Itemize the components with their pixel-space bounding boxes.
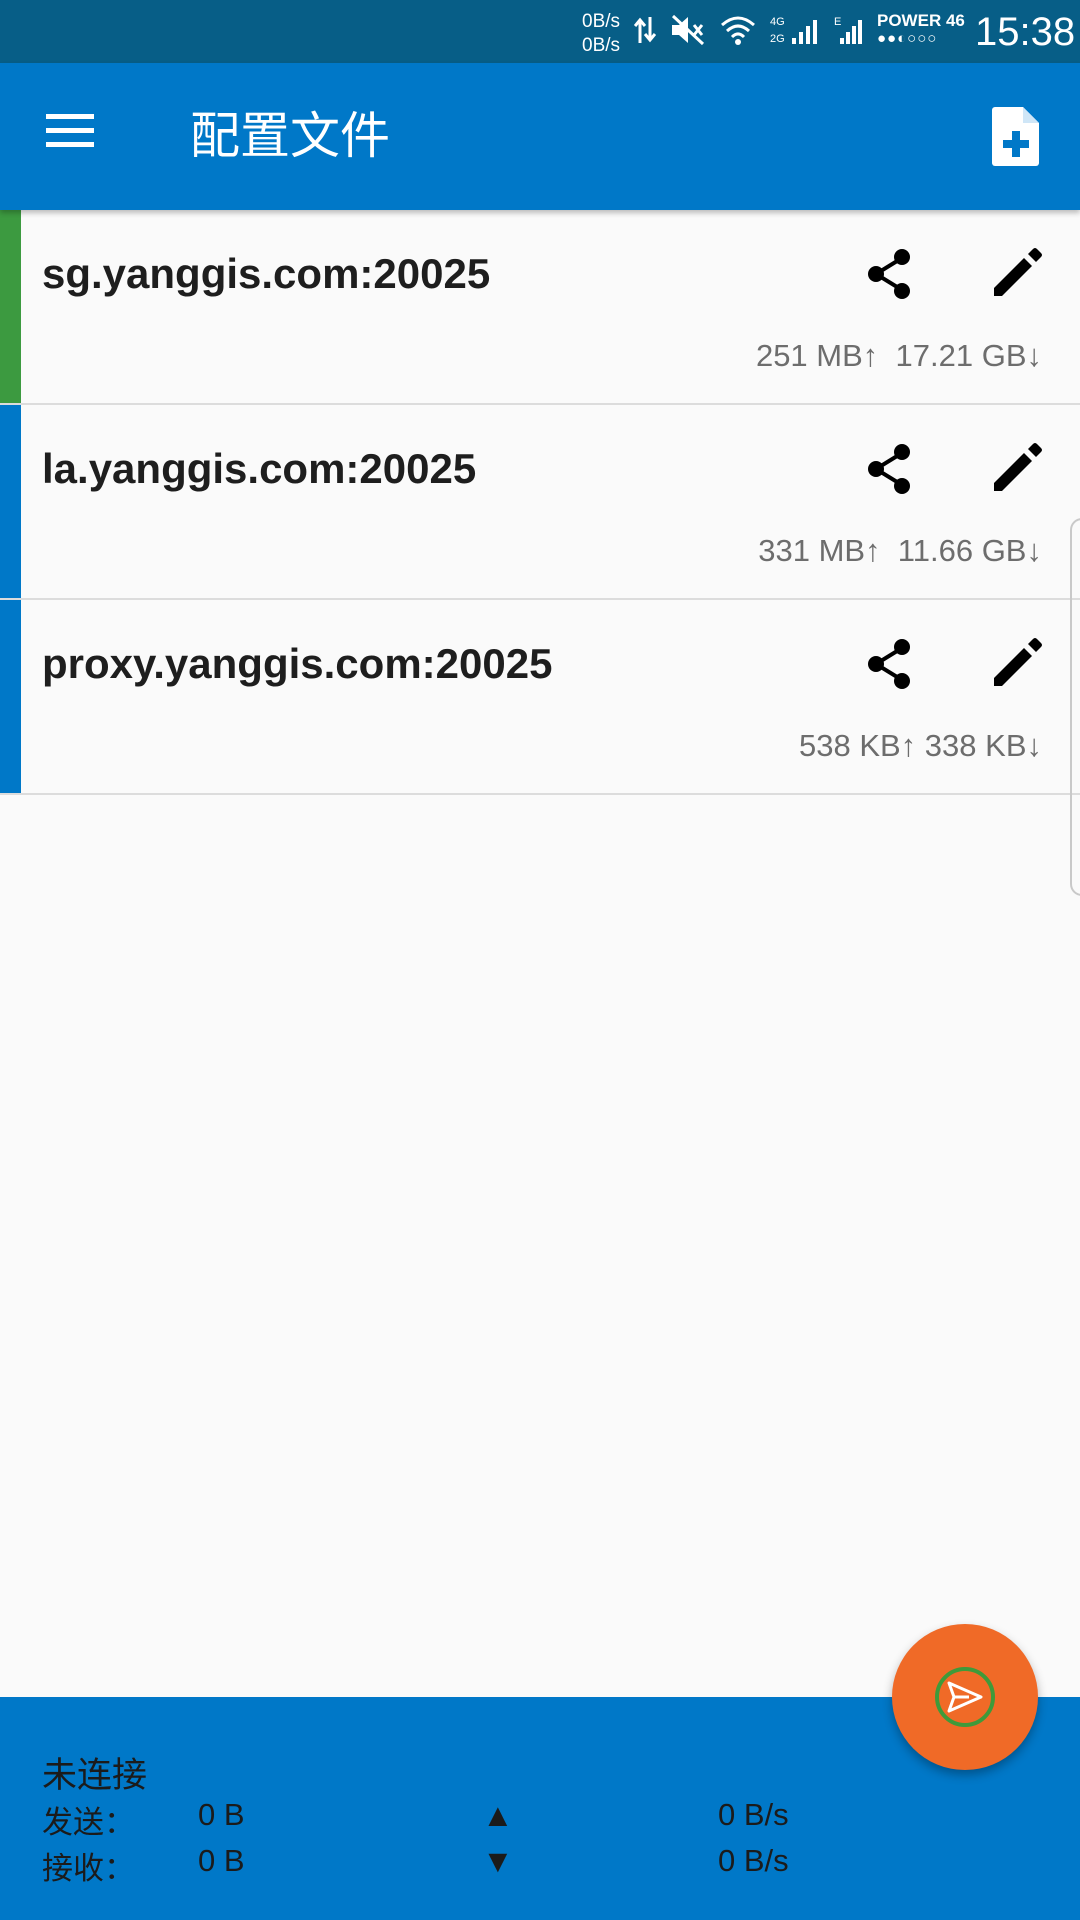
signal-4g-icon: 4G 2G (770, 16, 817, 45)
upload-arrow-icon: ▲ (482, 1797, 514, 1833)
profile-indicator (0, 405, 21, 598)
status-bar: 0B/s 0B/s 4G 2G E POWER 46 ●●◐○○○ 15:38 (0, 0, 1080, 63)
profile-item[interactable]: sg.yanggis.com:20025 251 MB↑ 17.21 GB↓ (0, 210, 1080, 405)
signal-icon: E (834, 16, 862, 44)
edit-button[interactable] (988, 441, 1044, 497)
profile-traffic: 538 KB↑ 338 KB↓ (799, 728, 1042, 763)
menu-icon (46, 114, 94, 147)
profile-traffic: 331 MB↑ 11.66 GB↓ (758, 533, 1042, 568)
svg-text:E: E (834, 16, 841, 28)
send-label: 发送： (42, 1805, 135, 1840)
page-title: 配置文件 (190, 108, 390, 164)
profile-indicator (0, 600, 21, 793)
drawer-edge-handle[interactable] (1070, 518, 1080, 896)
carrier-info: POWER 46 ●●◐○○○ (877, 12, 965, 48)
download-arrow-icon: ▼ (482, 1843, 514, 1879)
receive-label: 接收： (42, 1851, 135, 1886)
send-icon (947, 1681, 983, 1713)
signal-dots: ●●◐○○○ (877, 30, 938, 47)
edit-icon (994, 248, 1042, 296)
edit-button[interactable] (988, 636, 1044, 692)
share-button[interactable] (862, 441, 918, 497)
connection-state: 未连接 (42, 1756, 148, 1795)
connect-fab[interactable] (892, 1624, 1038, 1770)
share-icon (868, 444, 910, 494)
share-button[interactable] (862, 246, 918, 302)
add-profile-icon (992, 107, 1039, 166)
profile-list: sg.yanggis.com:20025 251 MB↑ 17.21 GB↓ l… (0, 210, 1080, 795)
edit-icon (994, 443, 1042, 491)
mute-icon (671, 14, 705, 46)
download-speed: 0B/s (582, 35, 621, 56)
edit-icon (994, 638, 1042, 686)
send-rate: 0 B/s (718, 1797, 789, 1832)
clock: 15:38 (975, 10, 1076, 54)
upload-speed: 0B/s (582, 11, 621, 32)
data-arrows-icon (634, 17, 656, 43)
receive-rate: 0 B/s (718, 1843, 789, 1878)
network-speed: 0B/s 0B/s (582, 10, 620, 58)
fab-ring (935, 1667, 995, 1727)
send-total: 0 B (198, 1797, 245, 1832)
svg-text:2G: 2G (770, 33, 785, 45)
share-button[interactable] (862, 636, 918, 692)
profile-item[interactable]: proxy.yanggis.com:20025 538 KB↑ 338 KB↓ (0, 600, 1080, 795)
profile-host: proxy.yanggis.com:20025 (42, 640, 553, 687)
wifi-icon (721, 16, 755, 45)
app-bar: 配置文件 (0, 63, 1080, 210)
profile-item[interactable]: la.yanggis.com:20025 331 MB↑ 11.66 GB↓ (0, 405, 1080, 600)
profile-host: sg.yanggis.com:20025 (42, 250, 491, 297)
svg-text:4G: 4G (770, 16, 785, 28)
share-icon (868, 249, 910, 299)
profile-host: la.yanggis.com:20025 (42, 445, 477, 492)
edit-button[interactable] (988, 246, 1044, 302)
receive-total: 0 B (198, 1843, 245, 1878)
add-profile-button[interactable] (985, 105, 1047, 167)
active-indicator (0, 210, 21, 403)
status-icons: 4G 2G E (634, 14, 864, 46)
menu-button[interactable] (44, 110, 104, 162)
share-icon (868, 639, 910, 689)
profile-traffic: 251 MB↑ 17.21 GB↓ (755, 338, 1042, 373)
carrier-name: POWER 46 (877, 11, 965, 30)
